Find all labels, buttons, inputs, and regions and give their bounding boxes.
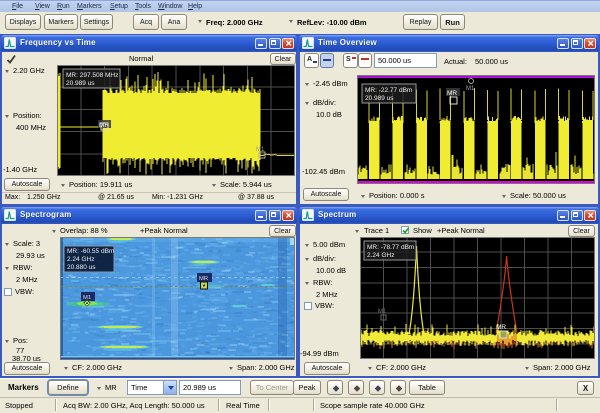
svg-text:2.24 GHz: 2.24 GHz <box>67 256 94 263</box>
svg-text:20.989 us: 20.989 us <box>365 95 394 102</box>
svg-text:MR: -22.77 dBm: MR: -22.77 dBm <box>365 87 412 94</box>
svg-text:MR: MR <box>199 276 208 282</box>
svg-text:20.880 us: 20.880 us <box>67 264 96 271</box>
svg-text:M1: M1 <box>378 309 387 315</box>
svg-text:M1: M1 <box>466 86 475 92</box>
svg-text:MR: -78.77 dBm: MR: -78.77 dBm <box>367 244 414 251</box>
svg-text:20.989 us: 20.989 us <box>66 80 95 87</box>
svg-text:2.24 GHz: 2.24 GHz <box>367 252 394 259</box>
svg-text:MR: MR <box>496 324 506 331</box>
svg-text:MR: 297.508 MHz: MR: 297.508 MHz <box>66 72 118 79</box>
svg-text:MR: -60.55 dBm: MR: -60.55 dBm <box>67 248 114 255</box>
svg-text:MR: MR <box>447 90 457 97</box>
